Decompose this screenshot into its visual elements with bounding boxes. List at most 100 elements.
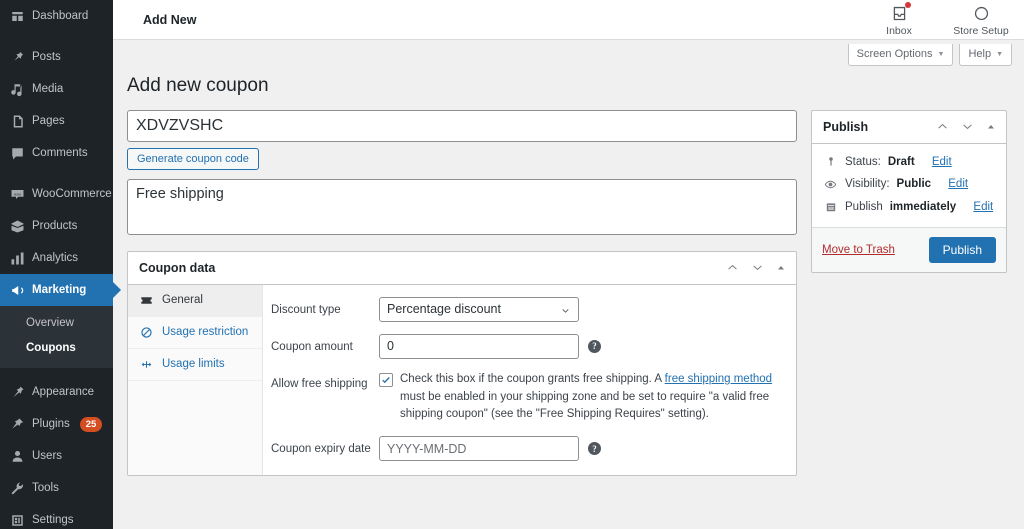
status-value: Draft (888, 156, 915, 168)
screen-meta-bar: Screen Options ▼ Help ▼ (113, 40, 1024, 68)
pages-icon (9, 113, 25, 129)
sidebar-item-tools[interactable]: Tools (0, 473, 113, 505)
store-setup-label: Store Setup (953, 25, 1008, 37)
coupon-expiry-date-label: Coupon expiry date (271, 436, 379, 458)
sidebar-item-users[interactable]: Users (0, 441, 113, 473)
coupon-data-title: Coupon data (139, 261, 215, 275)
generate-coupon-code-button[interactable]: Generate coupon code (127, 148, 259, 170)
publish-value: immediately (890, 201, 956, 213)
dashboard-icon (9, 8, 25, 24)
sidebar-label: Media (32, 82, 63, 97)
toggle-panel-icon[interactable] (986, 122, 996, 132)
free-shipping-desc-before: Check this box if the coupon grants free… (400, 373, 665, 385)
sidebar-label: Settings (32, 513, 74, 528)
woocommerce-icon: woo (9, 186, 25, 202)
toggle-panel-icon[interactable] (776, 263, 786, 273)
sidebar-item-dashboard[interactable]: Dashboard (0, 0, 113, 32)
general-panel: Discount type Percentage discount (263, 285, 796, 475)
sidebar-divider-2 (0, 169, 113, 178)
sidebar-item-settings[interactable]: Settings (0, 505, 113, 529)
screen-options-button[interactable]: Screen Options ▼ (848, 44, 954, 66)
sidebar-subitem-overview[interactable]: Overview (0, 311, 113, 336)
discount-type-select-wrap: Percentage discount (379, 297, 579, 322)
sidebar-item-marketing[interactable]: Marketing (0, 274, 113, 306)
publish-button[interactable]: Publish (929, 237, 996, 263)
sidebar-item-plugins[interactable]: Plugins 25 (0, 409, 113, 441)
sidebar-label: Comments (32, 146, 88, 161)
publish-handle-actions (936, 120, 996, 133)
coupon-code-input[interactable] (127, 110, 797, 142)
sidebar-item-posts[interactable]: Posts (0, 41, 113, 73)
sidebar-group-admin: Appearance Plugins 25 Users Tools (0, 377, 113, 529)
move-up-icon[interactable] (936, 120, 949, 133)
eye-icon (823, 178, 838, 191)
sidebar-label: WooCommerce (32, 187, 112, 202)
sidebar-label: Pages (32, 114, 65, 129)
sidebar-divider (0, 32, 113, 41)
sidebar-label: Appearance (32, 385, 94, 400)
sidebar-item-media[interactable]: Media (0, 73, 113, 105)
appearance-icon (9, 385, 25, 401)
publish-row-status: Status: Draft Edit (823, 151, 995, 173)
limits-icon (139, 358, 154, 371)
tab-usage-limits[interactable]: Usage limits (128, 349, 262, 381)
sidebar-item-woocommerce[interactable]: woo WooCommerce (0, 178, 113, 210)
pin-icon (9, 49, 25, 65)
store-setup-button[interactable]: Store Setup (950, 3, 1012, 37)
coupon-data-header: Coupon data (128, 252, 796, 285)
move-down-icon[interactable] (961, 120, 974, 133)
sidebar-item-analytics[interactable]: Analytics (0, 242, 113, 274)
inbox-button[interactable]: Inbox (868, 3, 930, 37)
sidebar-item-comments[interactable]: Comments (0, 137, 113, 169)
sidebar-label: Analytics (32, 251, 78, 266)
sidebar-item-products[interactable]: Products (0, 210, 113, 242)
main-area: Add New Inbox Store Setup (113, 0, 1024, 529)
tab-usage-restriction[interactable]: Usage restriction (128, 317, 262, 349)
move-to-trash-link[interactable]: Move to Trash (822, 244, 895, 256)
sidebar-submenu-marketing: Overview Coupons (0, 306, 113, 368)
edit-status-link[interactable]: Edit (932, 156, 952, 168)
move-down-icon[interactable] (751, 261, 764, 274)
tab-general[interactable]: General (128, 285, 262, 317)
sidebar-label: Dashboard (32, 9, 88, 24)
help-icon[interactable]: ? (588, 340, 601, 353)
circle-progress-icon (973, 3, 990, 23)
sidebar-subitem-coupons[interactable]: Coupons (0, 336, 113, 361)
allow-free-shipping-control: Check this box if the coupon grants free… (379, 371, 784, 424)
field-coupon-amount: Coupon amount ? (271, 334, 784, 359)
page-title: Add new coupon (113, 68, 1024, 110)
plugins-update-badge: 25 (80, 417, 103, 432)
primary-column: Generate coupon code Free shipping Coupo… (127, 110, 797, 476)
help-button[interactable]: Help ▼ (959, 44, 1012, 66)
coupon-amount-input[interactable] (379, 334, 579, 359)
edit-visibility-link[interactable]: Edit (948, 178, 968, 190)
media-icon (9, 81, 25, 97)
publish-title: Publish (823, 120, 868, 134)
tab-label: Usage limits (162, 358, 225, 370)
discount-type-select[interactable]: Percentage discount (379, 297, 579, 322)
help-icon[interactable]: ? (588, 442, 601, 455)
edit-schedule-link[interactable]: Edit (973, 201, 993, 213)
allow-free-shipping-checkbox[interactable] (379, 373, 393, 387)
coupon-data-handle-actions (726, 261, 786, 274)
comments-icon (9, 145, 25, 161)
sidebar-item-appearance[interactable]: Appearance (0, 377, 113, 409)
publish-header: Publish (812, 111, 1006, 144)
coupon-description-textarea[interactable]: Free shipping (127, 179, 797, 235)
users-icon (9, 449, 25, 465)
sidebar-label: Posts (32, 50, 61, 65)
sidebar-label: Tools (32, 481, 59, 496)
plugins-icon (9, 417, 25, 433)
block-icon (139, 326, 154, 339)
coupon-data-tabs: General Usage restriction (128, 285, 263, 475)
allow-free-shipping-label: Allow free shipping (271, 371, 379, 393)
analytics-icon (9, 250, 25, 266)
sidebar-item-pages[interactable]: Pages (0, 105, 113, 137)
discount-type-label: Discount type (271, 297, 379, 319)
coupon-expiry-date-input[interactable] (379, 436, 579, 461)
settings-icon (9, 513, 25, 529)
free-shipping-method-link[interactable]: free shipping method (665, 373, 772, 385)
move-up-icon[interactable] (726, 261, 739, 274)
coupon-amount-control: ? (379, 334, 784, 359)
ticket-icon (139, 294, 154, 307)
